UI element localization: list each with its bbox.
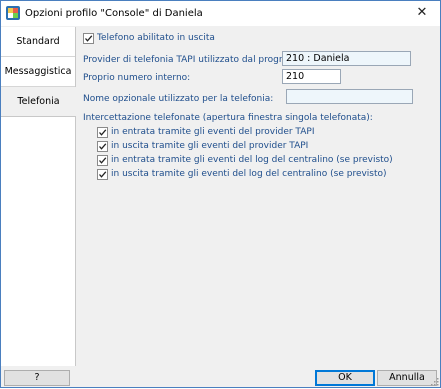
interception-in-tapi-checkbox[interactable] bbox=[97, 127, 108, 138]
interception-out-log-label: in uscita tramite gli eventi del log del… bbox=[111, 169, 387, 179]
optional-name-field[interactable] bbox=[286, 89, 413, 104]
interception-out-tapi-label: in uscita tramite gli eventi del provide… bbox=[111, 141, 309, 151]
tab-messaggistica[interactable]: Messaggistica bbox=[1, 57, 75, 87]
window-title: Opzioni profilo "Console" di Daniela bbox=[25, 8, 203, 19]
tab-telefonia[interactable]: Telefonia bbox=[1, 87, 76, 117]
tab-sidebar: Standard Messaggistica Telefonia bbox=[1, 27, 76, 366]
app-logo-icon bbox=[6, 6, 20, 20]
tapi-provider-label: Provider di telefonia TAPI utilizzato da… bbox=[83, 55, 315, 65]
phone-enabled-label: Telefono abilitato in uscita bbox=[97, 33, 215, 43]
interception-out-tapi-checkbox[interactable] bbox=[97, 141, 108, 152]
dialog-button-bar: ? OK Annulla bbox=[1, 366, 440, 387]
cancel-button[interactable]: Annulla bbox=[377, 370, 437, 386]
close-button[interactable]: ✕ bbox=[404, 1, 440, 26]
title-bar[interactable]: Opzioni profilo "Console" di Daniela ✕ bbox=[1, 1, 440, 26]
internal-number-field[interactable]: 210 bbox=[282, 69, 341, 84]
help-button[interactable]: ? bbox=[4, 370, 70, 386]
interception-heading: Intercettazione telefonate (apertura fin… bbox=[83, 113, 373, 123]
telefonia-panel: Telefono abilitato in uscita Provider di… bbox=[76, 27, 440, 366]
phone-enabled-checkbox[interactable] bbox=[83, 33, 94, 44]
internal-number-label: Proprio numero interno: bbox=[83, 73, 191, 83]
interception-out-log-checkbox[interactable] bbox=[97, 169, 108, 180]
optional-name-label: Nome opzionale utilizzato per la telefon… bbox=[83, 94, 274, 104]
tapi-provider-field[interactable]: 210 : Daniela bbox=[282, 51, 411, 66]
interception-in-tapi-label: in entrata tramite gli eventi del provid… bbox=[111, 127, 315, 137]
ok-button[interactable]: OK bbox=[315, 370, 375, 386]
resize-grip-icon[interactable] bbox=[431, 378, 439, 386]
interception-in-log-label: in entrata tramite gli eventi del log de… bbox=[111, 155, 393, 165]
interception-in-log-checkbox[interactable] bbox=[97, 155, 108, 166]
tab-standard[interactable]: Standard bbox=[1, 27, 75, 57]
options-dialog: Opzioni profilo "Console" di Daniela ✕ S… bbox=[0, 0, 441, 388]
